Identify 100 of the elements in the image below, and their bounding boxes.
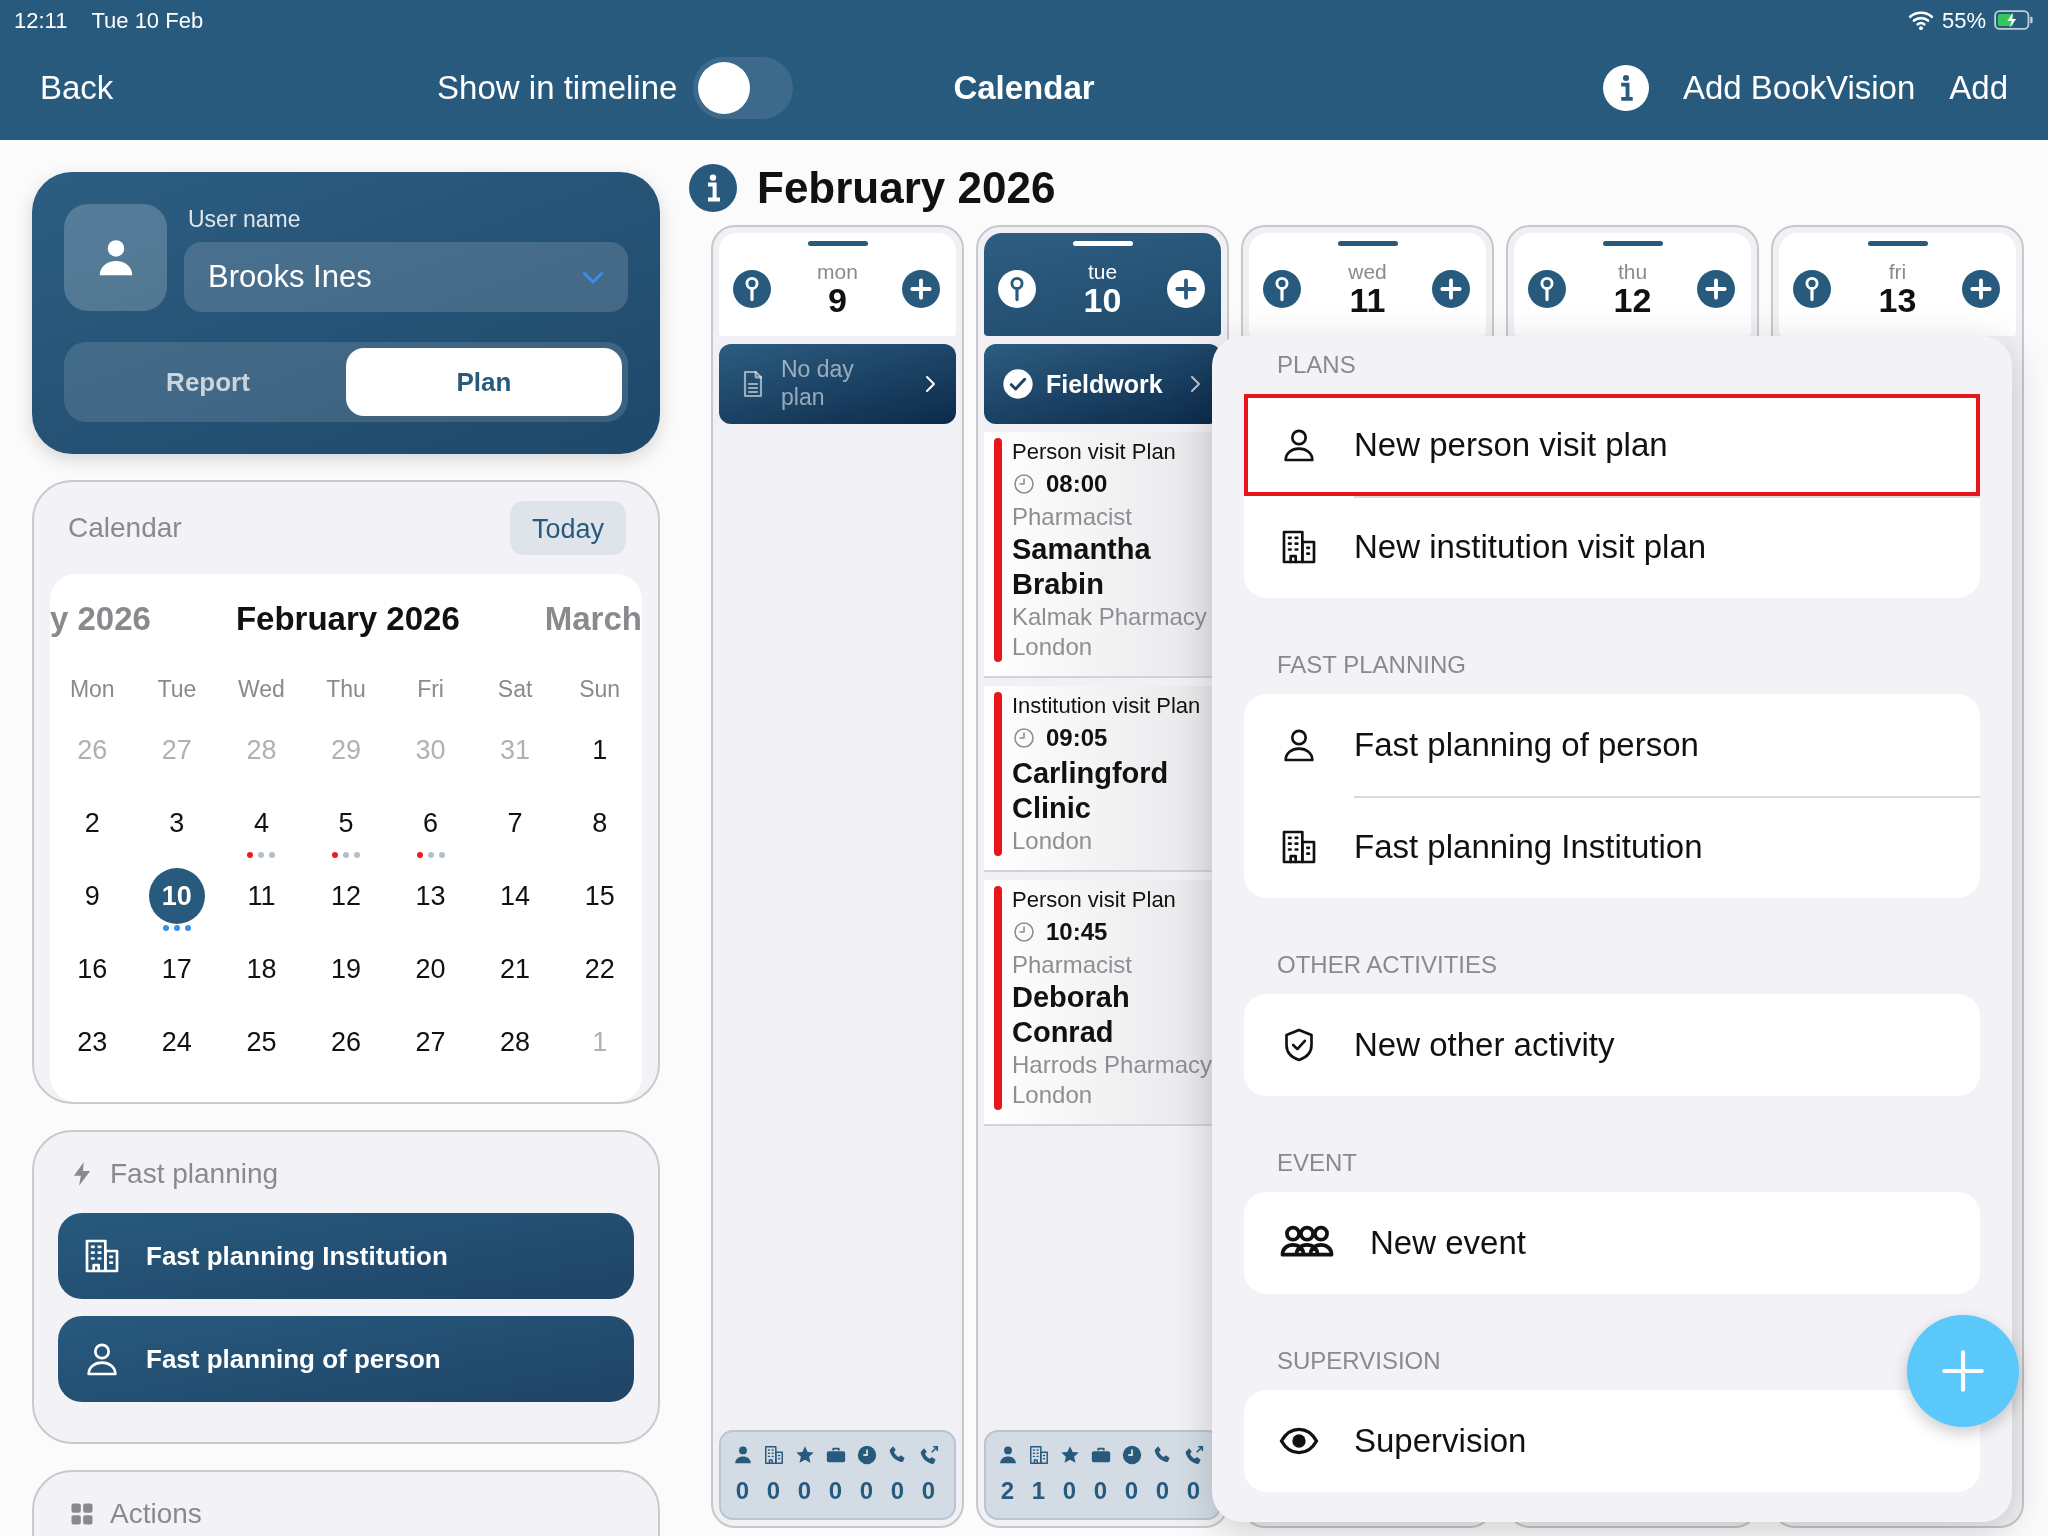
add-icon[interactable] [1432, 269, 1470, 308]
visit-name: Samantha Brabin [1012, 532, 1152, 602]
day-header[interactable]: wed 11 [1249, 233, 1486, 336]
today-button[interactable]: Today [509, 501, 626, 555]
add-icon[interactable] [1962, 269, 2000, 308]
card-title: Actions [110, 1497, 202, 1531]
calendar-day[interactable]: 25 [233, 1014, 290, 1070]
pin-icon[interactable] [998, 269, 1036, 308]
pin-icon[interactable] [1263, 269, 1301, 308]
toggle-label: Show in timeline [437, 68, 678, 109]
calendar-day[interactable]: 8 [571, 795, 628, 851]
menu-item[interactable]: New other activity [1244, 994, 1980, 1096]
calendar-day[interactable]: 10 [148, 868, 205, 924]
weekday-label: Thu [325, 675, 367, 704]
calendar-day[interactable]: 4 [233, 795, 290, 851]
weekday-label: mon [817, 260, 858, 283]
add-link[interactable]: Add [1949, 63, 2008, 113]
weekday-label: tue [1087, 260, 1118, 283]
calendar-day[interactable]: 20 [402, 941, 459, 997]
grabber-handle[interactable] [1072, 241, 1133, 246]
visit-place: Kalmak Pharmacy [1012, 602, 1208, 632]
visit-role: Pharmacist [1012, 950, 1134, 980]
grabber-handle[interactable] [1337, 241, 1398, 246]
calendar-day[interactable]: 26 [318, 1014, 374, 1070]
calendar-day[interactable]: 18 [233, 941, 290, 997]
calendar-day[interactable]: 24 [148, 1014, 205, 1070]
calendar-day[interactable]: 9 [64, 868, 121, 924]
info-icon[interactable] [689, 163, 737, 212]
calendar-day[interactable]: 5 [318, 795, 374, 851]
dropdown-value: Brooks Ines [208, 257, 372, 296]
stat-count: 0 [1124, 1475, 1139, 1506]
user-dropdown[interactable]: Brooks Ines [184, 242, 628, 312]
clock-icon [855, 1443, 878, 1466]
calendar-day[interactable]: 27 [402, 1014, 459, 1070]
visit-name: Carlingford Clinic [1012, 756, 1170, 826]
menu-item[interactable]: Supervision [1244, 1390, 1980, 1492]
day-header[interactable]: mon 9 [719, 233, 956, 336]
add-icon[interactable] [902, 269, 940, 308]
visit-name: Deborah Conrad [1012, 980, 1131, 1050]
calendar-day[interactable]: 13 [402, 868, 459, 924]
calendar-day[interactable]: 11 [233, 868, 290, 924]
back-button[interactable]: Back [40, 63, 114, 113]
visit-type: Institution visit Plan [1012, 692, 1202, 720]
grabber-handle[interactable] [807, 241, 868, 246]
check-circle-icon [1002, 368, 1034, 400]
stat-count: 0 [859, 1475, 874, 1506]
calendar-day[interactable]: 6 [402, 795, 459, 851]
day-plan-button[interactable]: No day plan [719, 344, 956, 424]
add-icon[interactable] [1697, 269, 1735, 308]
calendar-day[interactable]: 23 [64, 1014, 121, 1070]
pin-icon[interactable] [733, 269, 771, 308]
visit-type: Person visit Plan [1012, 438, 1177, 466]
calendar-day[interactable]: 19 [318, 941, 374, 997]
grabber-handle[interactable] [1867, 241, 1928, 246]
menu-item[interactable]: New institution visit plan [1244, 496, 1980, 598]
section-header: EVENT [1277, 1148, 1357, 1178]
section-header: FAST PLANNING [1277, 650, 1466, 680]
calendar-day[interactable]: 16 [64, 941, 121, 997]
menu-item[interactable]: Fast planning of person [1244, 694, 1980, 796]
weekday-label: wed [1348, 260, 1387, 283]
visit-city: London [1012, 826, 1094, 856]
calendar-day[interactable]: 15 [571, 868, 628, 924]
calendar-day[interactable]: 12 [318, 868, 374, 924]
calendar-day[interactable]: 28 [487, 1014, 544, 1070]
clock-icon [1012, 726, 1036, 750]
fast-planning-button[interactable]: Fast planning Institution [58, 1213, 634, 1299]
segment-tab[interactable]: Report [70, 348, 346, 416]
segment-tab[interactable]: Plan [346, 348, 622, 416]
grabber-handle[interactable] [1602, 241, 1663, 246]
day-header[interactable]: tue 10 [984, 233, 1221, 336]
calendar-day[interactable]: 7 [487, 795, 544, 851]
stat-count: 0 [735, 1475, 750, 1506]
clock-icon [1120, 1443, 1143, 1466]
menu-item[interactable]: Fast planning Institution [1244, 796, 1980, 898]
day-header[interactable]: thu 12 [1514, 233, 1751, 336]
menu-item[interactable]: New person visit plan [1244, 394, 1980, 496]
section-header: PLANS [1277, 350, 1356, 380]
stat-count: 0 [1062, 1475, 1077, 1506]
info-icon[interactable] [1602, 65, 1649, 111]
visit-role: Pharmacist [1012, 502, 1134, 532]
weekday-label: Mon [68, 675, 116, 704]
calendar-day[interactable]: 14 [487, 868, 544, 924]
add-icon[interactable] [1167, 269, 1205, 308]
clock-icon [1012, 472, 1036, 496]
pin-icon[interactable] [1528, 269, 1566, 308]
day-header[interactable]: fri 13 [1779, 233, 2016, 336]
calendar-day[interactable]: 1 [571, 722, 628, 778]
month-title: February 2026 [235, 599, 460, 640]
menu-item[interactable]: New event [1244, 1192, 1980, 1294]
weekday-label: Fri [416, 675, 445, 704]
calendar-day[interactable]: 2 [64, 795, 121, 851]
calendar-day[interactable]: 3 [148, 795, 205, 851]
calendar-day[interactable]: 22 [571, 941, 628, 997]
fast-planning-button[interactable]: Fast planning of person [58, 1316, 634, 1402]
day-number: 13 [1878, 282, 1917, 319]
pin-icon[interactable] [1793, 269, 1831, 308]
add-link[interactable]: Add BookVision [1682, 63, 1916, 113]
calendar-day[interactable]: 21 [487, 941, 544, 997]
calendar-day[interactable]: 17 [148, 941, 205, 997]
stat-count: 0 [1093, 1475, 1108, 1506]
